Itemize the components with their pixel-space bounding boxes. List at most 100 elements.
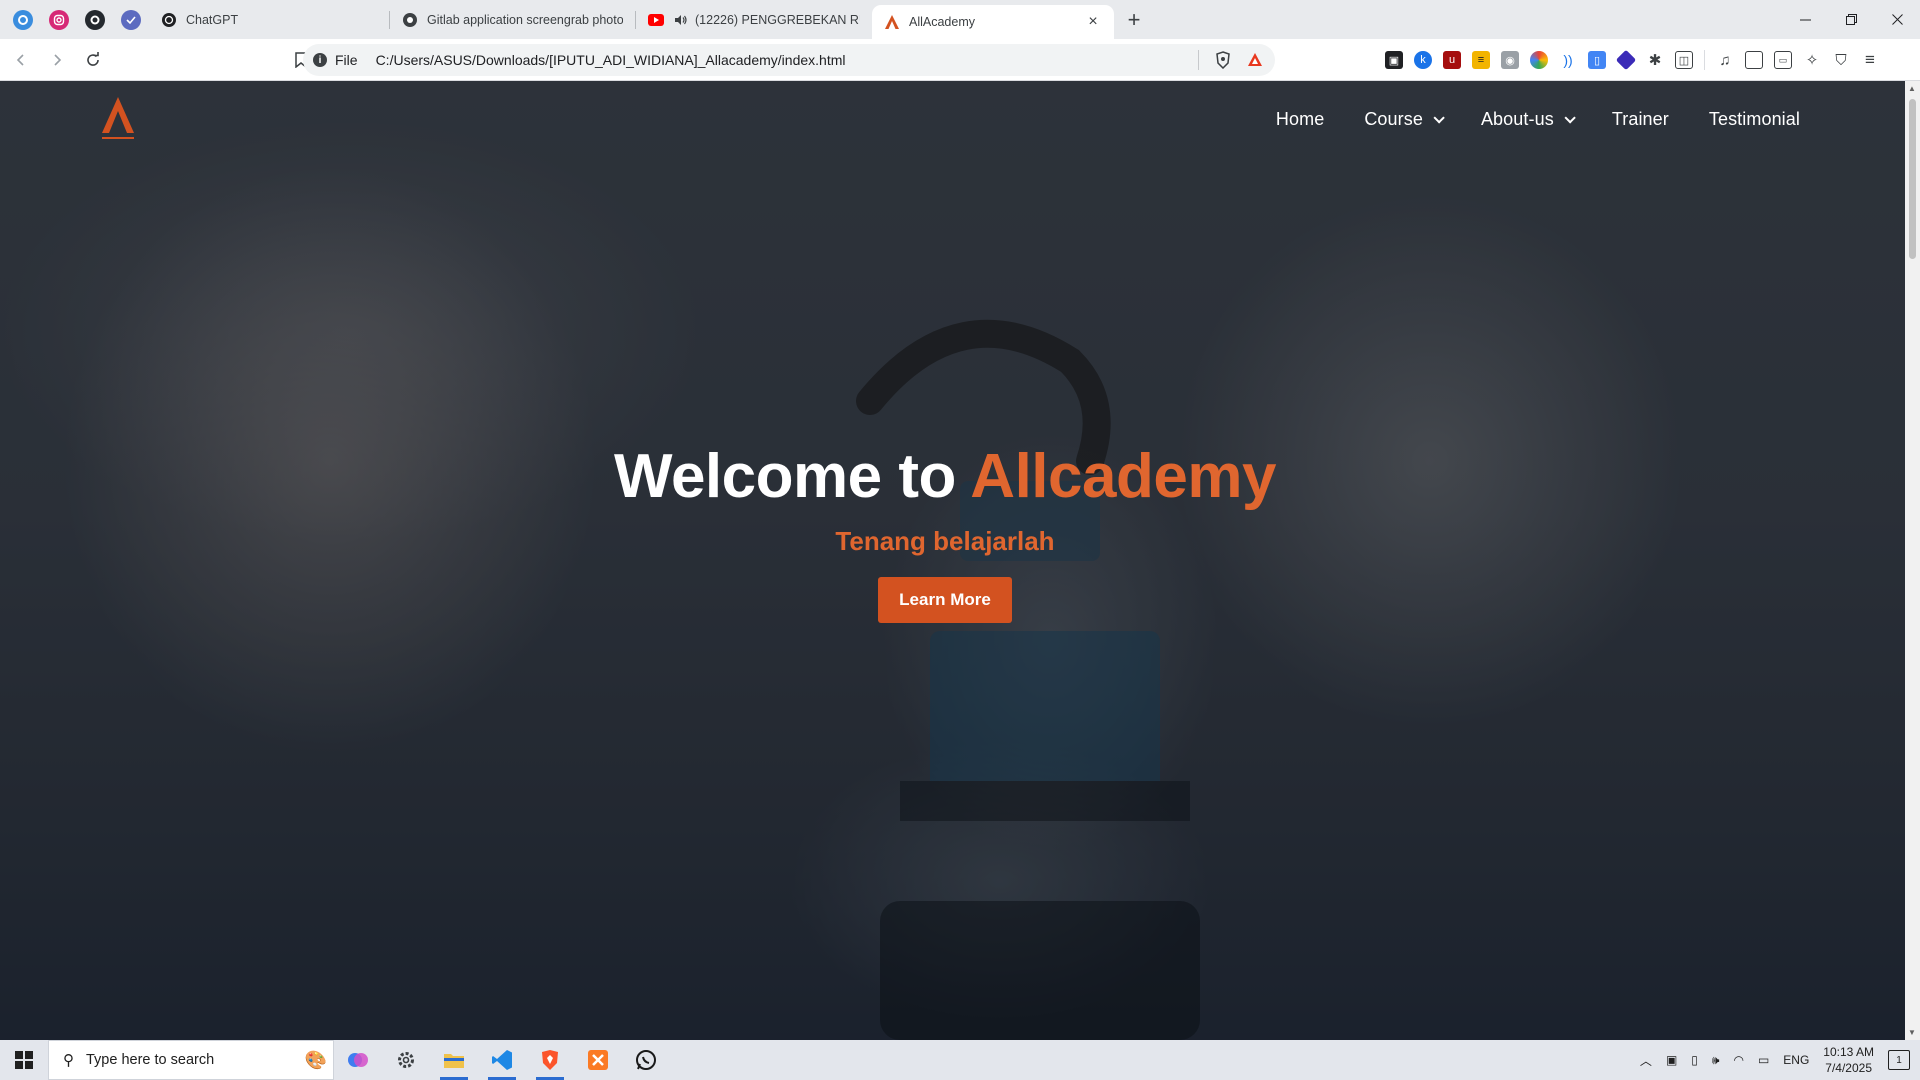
taskbar-copilot[interactable]: [334, 1040, 382, 1080]
sidebar-icon[interactable]: [1745, 51, 1763, 69]
address-bar-actions: [1198, 50, 1275, 70]
hero-subtitle: Tenang belajarlah: [835, 526, 1055, 556]
github-icon: [85, 9, 105, 30]
language-indicator[interactable]: ENG: [1783, 1053, 1809, 1067]
chatgpt-icon: [161, 12, 177, 28]
extension-icon[interactable]: ▯: [1588, 51, 1606, 69]
nav-home-label: Home: [1275, 109, 1325, 129]
nav-about-label: About-us: [1480, 109, 1554, 129]
search-placeholder: Type here to search: [86, 1052, 215, 1068]
browser-tab-strip: ChatGPT Gitlab application screengrab ph…: [0, 0, 1920, 39]
pinned-tabs: [0, 0, 149, 39]
page-scrollbar[interactable]: ▲ ▼: [1905, 81, 1920, 1040]
menu-icon[interactable]: ≡: [1861, 50, 1879, 69]
url-text[interactable]: C:/Users/ASUS/Downloads/[IPUTU_ADI_WIDIA…: [376, 52, 846, 68]
scrollbar-thumb[interactable]: [1909, 99, 1916, 259]
nav-about-dropdown[interactable]: About-us: [1480, 109, 1576, 130]
brave-shields-icon[interactable]: [1215, 51, 1231, 69]
screenshot-icon[interactable]: ◫: [1675, 51, 1693, 69]
tab-gitlab-search[interactable]: Gitlab application screengrab photo: [390, 0, 635, 39]
tab-youtube[interactable]: (12226) PENGGREBEKAN RUMAH: [636, 0, 872, 39]
app-icon: [121, 9, 141, 30]
media-controls-icon[interactable]: ♫: [1716, 51, 1734, 69]
browser-toolbar: i File C:/Users/ASUS/Downloads/[IPUTU_AD…: [0, 39, 1920, 81]
divider: [1198, 50, 1199, 70]
taskbar-whatsapp[interactable]: [622, 1040, 670, 1080]
read-aloud-icon[interactable]: )): [1559, 51, 1577, 69]
hero-title: Welcome to Allcademy: [0, 441, 1890, 512]
extension-icon[interactable]: ≡: [1472, 51, 1490, 69]
notification-count: 1: [1896, 1054, 1902, 1066]
nav-testimonial-label: Testimonial: [1708, 109, 1800, 129]
robot-background-image: [856, 319, 1200, 1040]
clock-time: 10:13 AM: [1823, 1045, 1874, 1059]
extension-icon[interactable]: k: [1414, 51, 1432, 69]
restore-button[interactable]: [1828, 0, 1874, 39]
close-window-button[interactable]: [1874, 0, 1920, 39]
chevron-up-icon[interactable]: ︿: [1640, 1052, 1652, 1069]
search-icon: ⚲: [63, 1052, 74, 1069]
nav-course-dropdown[interactable]: Course: [1364, 109, 1445, 130]
tab-title: Gitlab application screengrab photo: [427, 12, 623, 27]
youtube-icon: [648, 12, 664, 28]
ublock-icon[interactable]: u: [1443, 51, 1461, 69]
nav-home[interactable]: Home: [1276, 109, 1324, 130]
battery-icon[interactable]: ▭: [1758, 1053, 1769, 1067]
wallet-icon[interactable]: ▭: [1774, 51, 1792, 69]
taskbar-vscode[interactable]: [478, 1040, 526, 1080]
pinned-tab-instagram[interactable]: [41, 0, 77, 39]
chevron-down-icon: [1433, 111, 1445, 124]
close-tab-icon[interactable]: ×: [1084, 13, 1102, 31]
extensions-puzzle-icon[interactable]: ✱: [1646, 51, 1664, 69]
pinned-tab-4[interactable]: [113, 0, 149, 39]
nav-testimonial[interactable]: Testimonial: [1709, 109, 1800, 130]
minimize-button[interactable]: [1782, 0, 1828, 39]
taskbar-xampp[interactable]: [574, 1040, 622, 1080]
notification-center-button[interactable]: 1: [1888, 1050, 1910, 1070]
brave-browser-icon: [542, 1050, 558, 1070]
tab-chatgpt[interactable]: ChatGPT: [149, 0, 389, 39]
allacademy-icon: [884, 14, 900, 30]
system-tray: ︿ ▣ ▯ 🕪 ◠ ▭ ENG 10:13 AM 7/4/2025 1: [1640, 1040, 1920, 1080]
forward-button[interactable]: [42, 45, 72, 75]
nav-trainer[interactable]: Trainer: [1612, 109, 1669, 130]
taskbar-brave[interactable]: [526, 1040, 574, 1080]
vpn-shield-icon[interactable]: ⛉: [1832, 51, 1850, 69]
forward-arrow-icon: [54, 53, 62, 66]
taskbar-settings[interactable]: [382, 1040, 430, 1080]
info-icon[interactable]: i: [313, 53, 327, 67]
back-button[interactable]: [6, 45, 36, 75]
audio-playing-icon[interactable]: [673, 12, 689, 28]
pinned-tab-1[interactable]: [5, 0, 41, 39]
meet-now-icon[interactable]: ▣: [1666, 1053, 1677, 1067]
learn-more-button[interactable]: Learn More: [878, 577, 1012, 623]
extension-icon[interactable]: [1615, 49, 1637, 71]
battery-saver-icon[interactable]: ▯: [1691, 1053, 1698, 1067]
address-bar[interactable]: i File C:/Users/ASUS/Downloads/[IPUTU_AD…: [303, 44, 1275, 76]
extension-icon[interactable]: ▣: [1385, 51, 1403, 69]
app-icon: [13, 9, 33, 30]
window-controls: [1782, 0, 1920, 39]
scroll-down-icon[interactable]: ▼: [1908, 1028, 1916, 1037]
extensions-bar: ▣ k u ≡ ◉ )) ▯ ✱ ◫ ♫ ▭ ✧ ⛉ ≡: [1385, 39, 1879, 81]
page-viewport: Home Course About-us Trainer Testimonial…: [0, 81, 1905, 1040]
tab-title: ChatGPT: [186, 12, 239, 27]
pinned-tab-github[interactable]: [77, 0, 113, 39]
tab-allacademy[interactable]: AllAcademy ×: [872, 5, 1114, 39]
windows-logo-icon: [15, 1051, 33, 1069]
wifi-icon[interactable]: ◠: [1733, 1053, 1743, 1067]
volume-icon[interactable]: 🕪: [1712, 1053, 1720, 1068]
scroll-up-icon[interactable]: ▲: [1908, 84, 1916, 93]
reload-button[interactable]: [78, 45, 108, 75]
color-picker-icon[interactable]: [1530, 51, 1548, 69]
start-button[interactable]: [0, 1040, 48, 1080]
taskbar-file-explorer[interactable]: [430, 1040, 478, 1080]
camera-icon[interactable]: ◉: [1501, 51, 1519, 69]
taskbar-clock[interactable]: 10:13 AM 7/4/2025: [1823, 1044, 1874, 1076]
search-highlight-icon: 🎨: [304, 1049, 327, 1070]
brave-rewards-icon[interactable]: [1247, 52, 1263, 68]
leo-ai-icon[interactable]: ✧: [1803, 51, 1821, 69]
new-tab-button[interactable]: +: [1118, 4, 1150, 36]
allacademy-logo[interactable]: [98, 95, 138, 141]
taskbar-search-box[interactable]: ⚲ Type here to search 🎨: [48, 1040, 334, 1080]
